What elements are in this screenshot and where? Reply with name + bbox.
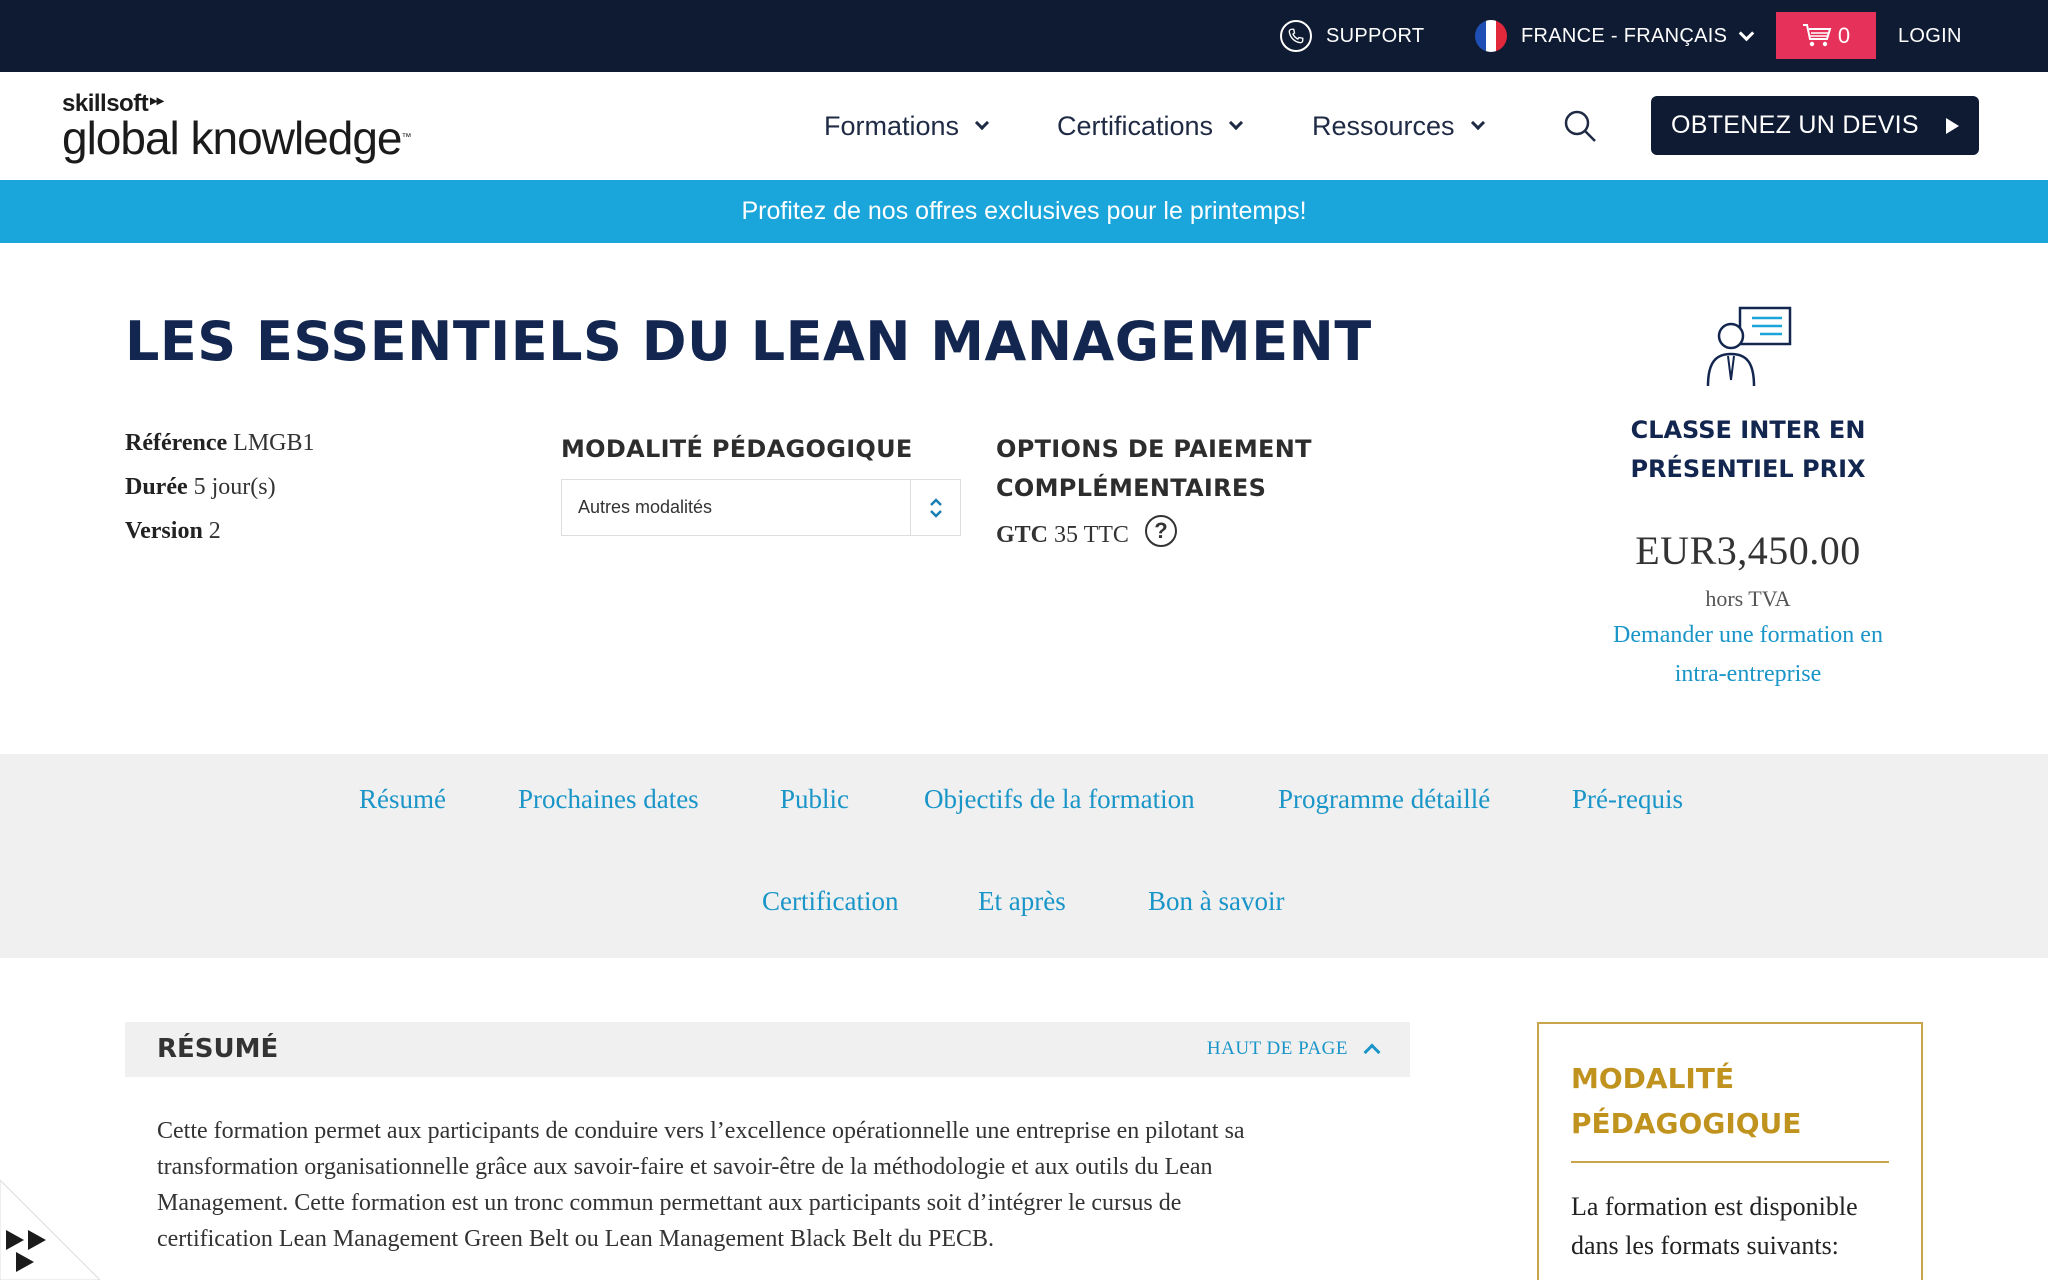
cart-button[interactable]: 0 [1776,12,1876,59]
modalite-heading: MODALITÉ PÉDAGOGIQUE [561,435,913,463]
get-quote-button[interactable]: OBTENEZ UN DEVIS [1651,96,1979,155]
nav-formations[interactable]: Formations [824,72,990,180]
tab-programme[interactable]: Programme détaillé [1278,784,1490,815]
tab-prochaines-dates[interactable]: Prochaines dates [518,784,699,815]
search-icon[interactable] [1562,108,1598,144]
cart-icon [1802,23,1832,46]
sidebox-text: La formation est disponible dans les for… [1571,1192,1858,1260]
top-utility-bar: SUPPORT FRANCE - FRANÇAIS 0 LOGIN [0,0,2048,72]
play-arrow-icon [1946,118,1959,134]
select-arrows-icon [910,480,960,535]
tab-et-apres[interactable]: Et après [978,886,1066,917]
get-quote-label: OBTENEZ UN DEVIS [1671,111,1919,139]
nav-certifications[interactable]: Certifications [1057,72,1244,180]
nav-formations-label: Formations [824,110,960,141]
gtc-option: GTC 35 TTC ? [996,514,1177,549]
language-selector[interactable]: FRANCE - FRANÇAIS [1475,0,1755,72]
logo-global-knowledge: global knowledge [62,112,402,164]
section-tabs: Résumé Prochaines dates Public Objectifs… [0,754,2048,958]
classroom-instructor-icon [1706,306,1792,387]
pricing-title: CLASSE INTER EN PRÉSENTIEL PRIX [1630,416,1866,483]
promo-banner[interactable]: Profitez de nos offres exclusives pour l… [0,180,2048,243]
modalite-select[interactable]: Autres modalités [561,479,961,536]
modalite-sidebox: MODALITÉ PÉDAGOGIQUE La formation est di… [1537,1022,1923,1280]
chevron-down-icon [974,115,990,131]
site-logo[interactable]: skillsoft ▸▸ global knowledge™ [62,90,412,161]
resume-header: RÉSUMÉ HAUT DE PAGE [125,1022,1410,1077]
resume-body: Cette formation permet aux participants … [157,1118,1245,1252]
meta-version: Version 2 [125,518,221,544]
login-link[interactable]: LOGIN [1898,0,1962,72]
chevron-up-icon [1363,1043,1381,1061]
help-icon[interactable]: ? [1144,514,1177,547]
logo-arrows-icon: ▸▸ [150,91,164,108]
gtc-value: 35 TTC [1054,522,1129,548]
support-label: SUPPORT [1326,24,1425,47]
course-meta: Référence LMGB1 Durée 5 jour(s) Version … [125,430,315,562]
cart-count: 0 [1837,22,1851,48]
tab-public[interactable]: Public [780,784,849,815]
price-value: EUR3,450.00 [1635,528,1861,573]
sidebox-title: MODALITÉ PÉDAGOGIQUE [1571,1062,1802,1140]
request-intra-link[interactable]: Demander une formation en intra-entrepri… [1560,616,1936,694]
main-header: skillsoft ▸▸ global knowledge™ Formations… [0,72,2048,180]
skillsoft-widget-icon[interactable] [0,1180,100,1280]
france-flag-icon [1475,20,1507,52]
back-to-top-link[interactable]: HAUT DE PAGE [1207,1038,1381,1061]
promo-text: Profitez de nos offres exclusives pour l… [741,197,1307,225]
tab-certification[interactable]: Certification [762,886,898,917]
phone-icon [1280,20,1312,52]
tab-prerequis[interactable]: Pré-requis [1572,784,1683,815]
chevron-down-icon [1738,25,1755,41]
page-title: LES ESSENTIELS DU LEAN MANAGEMENT [125,310,1372,373]
tab-resume[interactable]: Résumé [359,784,446,815]
support-link[interactable]: SUPPORT [1280,0,1424,72]
gtc-label: GTC [996,522,1049,548]
chevron-down-icon [1228,115,1244,131]
nav-ressources-label: Ressources [1312,110,1455,141]
tab-objectifs[interactable]: Objectifs de la formation [924,784,1195,815]
modalite-selected-value: Autres modalités [578,497,713,517]
chevron-down-icon [1470,115,1485,131]
meta-duree: Durée 5 jour(s) [125,474,276,500]
login-label: LOGIN [1898,24,1962,47]
paiement-heading: OPTIONS DE PAIEMENT COMPLÉMENTAIRES [996,435,1312,502]
tab-bon-a-savoir[interactable]: Bon à savoir [1148,886,1284,917]
meta-reference: Référence LMGB1 [125,430,315,456]
nav-ressources[interactable]: Ressources [1312,72,1485,180]
resume-heading: RÉSUMÉ [157,1034,279,1064]
divider [1571,1161,1889,1163]
language-label: FRANCE - FRANÇAIS [1521,24,1728,47]
tax-note: hors TVA [1705,586,1791,611]
pricing-panel: CLASSE INTER EN PRÉSENTIEL PRIX EUR3,450… [1560,300,1936,694]
trademark-icon: ™ [401,132,412,143]
nav-certifications-label: Certifications [1057,110,1214,141]
